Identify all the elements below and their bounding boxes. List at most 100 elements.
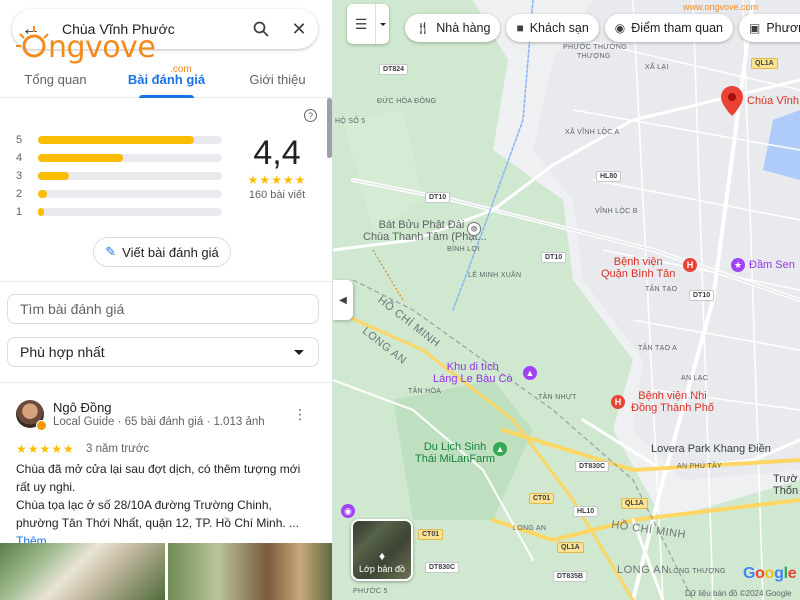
search-box[interactable]: ← Chùa Vĩnh Phước ✕ [12, 9, 318, 49]
review-photo[interactable] [0, 543, 165, 600]
map-canvas[interactable]: www.ongvove.com ☰ 🍴︎ Nhà hàng ■ Khách sạn … [333, 0, 800, 600]
write-review-label: Viết bài đánh giá [122, 244, 219, 260]
temple-icon[interactable]: ☸ [467, 222, 481, 236]
poi-label-line: Đồng Thành Phố [631, 402, 714, 414]
road-tag: DT830C [575, 461, 610, 472]
layers-label: Lớp bản đồ [359, 564, 405, 574]
poi-label-line: Quận Bình Tân [601, 268, 676, 280]
review-photo[interactable] [168, 543, 332, 600]
layer-selector[interactable]: ☰ [347, 4, 389, 44]
review-author-meta: Local Guide · 65 bài đánh giá · 1.013 ản… [53, 416, 265, 428]
poi-label[interactable]: Trườ Thốn [773, 473, 798, 497]
edit-review-icon: ✎ [105, 244, 117, 259]
place-panel: ← Chùa Vĩnh Phước ✕ ngvove .com Tổng qua… [0, 0, 333, 600]
selected-place-pin-icon[interactable] [721, 86, 743, 116]
rating-bar-track [38, 154, 222, 162]
poi-label[interactable]: Bệnh viện Quận Bình Tân [601, 256, 675, 280]
place-tabs: Tổng quan Bài đánh giá Giới thiệu [0, 62, 332, 98]
poi-label[interactable]: Lovera Park Khang Điền [651, 443, 771, 455]
search-icon[interactable] [242, 9, 280, 49]
rating-bar-fill [38, 154, 123, 162]
rating-bar-row[interactable]: 2 [16, 187, 222, 201]
rating-bar-label: 1 [16, 206, 23, 218]
review-photos [0, 543, 332, 600]
road-tag: DT10 [541, 252, 567, 263]
watermark-site: www.ongvove.com [683, 2, 759, 12]
park-icon[interactable]: ▲ [493, 442, 507, 456]
poi-label[interactable]: Bệnh viện Nhi Đồng Thành Phố [631, 390, 714, 414]
tab-about[interactable]: Giới thiệu [222, 62, 332, 97]
map-area-label: TÂN TẠO [645, 286, 678, 293]
camera-icon[interactable]: ◉ [341, 504, 355, 518]
chip-restaurants[interactable]: 🍴︎ Nhà hàng [405, 14, 501, 42]
road-tag: QL1A [557, 542, 584, 553]
road-tag: DT10 [689, 290, 715, 301]
more-options-icon[interactable]: ⋮ [293, 406, 307, 423]
collapse-panel-button[interactable]: ◀ [333, 280, 353, 320]
rating-bar-label: 3 [16, 170, 23, 182]
rating-score: 4,4 [253, 134, 301, 172]
map-area-label: VĨNH LỘC B [595, 208, 638, 215]
chip-label: Nhà hàng [436, 21, 491, 35]
transport-layer-icon[interactable]: ☰ [347, 16, 375, 33]
selected-place-label[interactable]: Chùa Vĩnh [747, 95, 799, 107]
poi-label[interactable]: Du Lịch Sinh Thái MiLanFarm [415, 441, 495, 465]
map-area-label: TÂN NHỰT [538, 394, 577, 401]
rating-bar-label: 2 [16, 188, 23, 200]
road-tag: DT830C [425, 562, 460, 573]
avatar[interactable] [16, 400, 47, 431]
poi-label-line: Bệnh viện [613, 256, 663, 268]
review-search-input[interactable]: Tìm bài đánh giá [7, 294, 319, 324]
rating-bar-track [38, 208, 222, 216]
review-text-line1: Chùa đã mở cửa lại sau đợt dịch, có thêm… [16, 462, 301, 494]
monument-icon[interactable]: ▲ [523, 366, 537, 380]
rating-count: 160 bài viết [248, 189, 306, 201]
map-area-label: ĐỨC HÒA ĐÔNG [377, 98, 437, 105]
map-area-label: AN LẠC [681, 375, 709, 382]
tab-reviews[interactable]: Bài đánh giá [111, 62, 222, 98]
chip-hotels[interactable]: ■ Khách sạn [506, 14, 599, 42]
chip-transit[interactable]: ▣ Phương tiện [738, 14, 800, 42]
rating-bar-track [38, 136, 222, 144]
google-logo: Google [743, 565, 797, 582]
map-area-label: LONG THƯỢNG [669, 568, 726, 575]
hospital-icon[interactable]: H [611, 395, 625, 409]
map-area-label: THƯỢNG [577, 53, 611, 60]
rating-bar-row[interactable]: 5 [16, 133, 222, 147]
tab-overview[interactable]: Tổng quan [0, 62, 111, 97]
road-tag: HL10 [573, 506, 599, 517]
map-area-label: PHƯỚC THƯỜNG [563, 44, 627, 51]
layer-dropdown[interactable] [375, 4, 389, 44]
search-query[interactable]: Chùa Vĩnh Phước [50, 21, 242, 37]
road-tag: DT10 [425, 192, 451, 203]
hospital-icon[interactable]: H [683, 258, 697, 272]
poi-label[interactable]: Khu di tích Láng Le Bàu Cò [433, 361, 513, 385]
map-area-label: XÃ LẠI [645, 64, 669, 71]
map-area-label: TÂN HÒA [408, 388, 442, 395]
province-label: LONG AN [617, 564, 670, 576]
chip-attractions[interactable]: ◉ Điểm tham quan [604, 14, 733, 42]
write-review-button[interactable]: ✎ Viết bài đánh giá [93, 237, 231, 267]
close-icon[interactable]: ✕ [280, 9, 318, 49]
back-arrow-icon[interactable]: ← [12, 9, 50, 49]
divider [0, 382, 332, 383]
poi-label[interactable]: Đầm Sen [749, 259, 795, 271]
rating-bar-fill [38, 208, 44, 216]
poi-label-line: Láng Le Bàu Cò [433, 373, 513, 385]
hotel-icon: ■ [516, 21, 524, 35]
sort-value: Phù hợp nhất [20, 344, 105, 360]
chip-label: Điểm tham quan [631, 21, 723, 35]
map-area-label: BÌNH LỢI [447, 246, 480, 253]
map-layers-button[interactable]: ♦ Lớp bản đồ [351, 519, 413, 581]
rating-bar-row[interactable]: 3 [16, 169, 222, 183]
review-stars: ★★★★★ [16, 442, 75, 456]
map-area-label: HỘ SỐ 5 [335, 118, 366, 125]
sort-dropdown[interactable]: Phù hợp nhất [7, 337, 319, 367]
chip-label: Khách sạn [529, 21, 589, 35]
map-area-label: TÂN TẠO A [638, 345, 678, 352]
park-icon[interactable]: ★ [731, 258, 745, 272]
review-author[interactable]: Ngô Đồng [53, 400, 112, 415]
rating-bar-row[interactable]: 4 [16, 151, 222, 165]
rating-bar-row[interactable]: 1 [16, 205, 222, 219]
help-icon[interactable]: ? [304, 109, 317, 122]
